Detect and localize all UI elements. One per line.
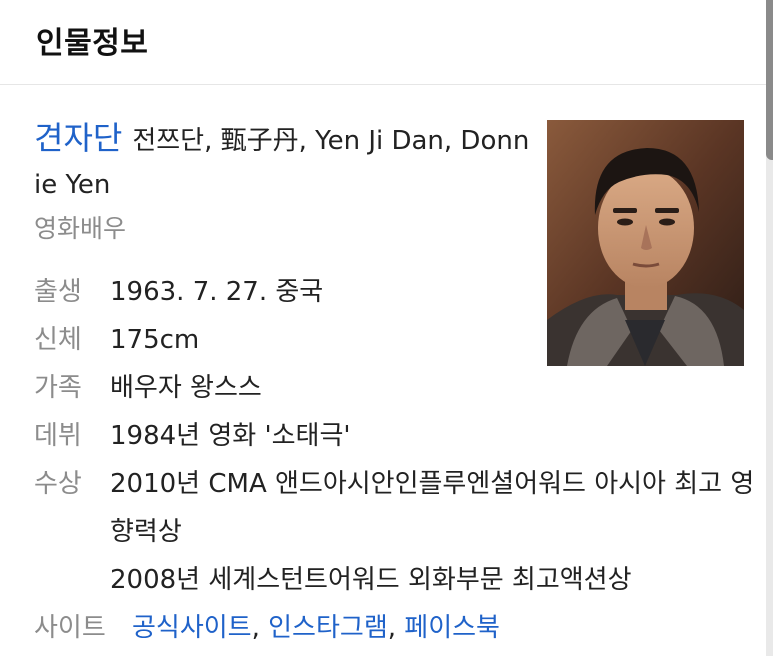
person-info-card: 인물정보 견자단 전쯔단, 甄子丹, Yen Ji Dan, Donnie Yen… xyxy=(0,0,766,656)
award-item: 2008년 세계스턴트어워드 외화부문 최고액션상 xyxy=(110,565,632,595)
info-list: 출생 1963. 7. 27. 중국 신체 175cm 가족 배우자 왕스스 데… xyxy=(34,268,764,652)
info-value[interactable]: 배우자 왕스스 xyxy=(110,364,764,412)
person-occupation: 영화배우 xyxy=(34,214,127,243)
info-row-awards: 수상 2010년 CMA 앤드아시안인플루엔셜어워드 아시아 최고 영향력상 2… xyxy=(34,460,764,604)
info-value: 175cm xyxy=(110,325,200,355)
info-row-sites: 사이트 공식사이트, 인스타그램, 페이스북 xyxy=(34,604,764,652)
info-label: 수상 xyxy=(34,469,82,499)
info-value: 1963. 7. 27. 중국 xyxy=(110,277,324,307)
info-row-body: 신체 175cm xyxy=(34,316,764,364)
link-separator: , xyxy=(251,613,260,643)
official-site-link[interactable]: 공식사이트 xyxy=(132,613,252,643)
card-title: 인물정보 xyxy=(36,26,149,61)
instagram-link[interactable]: 인스타그램 xyxy=(268,613,388,643)
card-header: 인물정보 xyxy=(0,0,766,85)
link-separator: , xyxy=(387,613,397,643)
name-block: 견자단 전쯔단, 甄子丹, Yen Ji Dan, Donnie Yen 영화배우 xyxy=(34,116,534,251)
info-label: 신체 xyxy=(34,325,82,355)
award-item: 2010년 CMA 앤드아시안인플루엔셜어워드 아시아 최고 영향력상 xyxy=(110,469,755,547)
info-row-birth: 출생 1963. 7. 27. 중국 xyxy=(34,268,764,316)
info-label: 출생 xyxy=(34,277,82,307)
info-value[interactable]: 1984년 영화 '소태극' xyxy=(110,412,764,460)
name-line: 견자단 전쯔단, 甄子丹, Yen Ji Dan, Donnie Yen xyxy=(34,116,534,207)
info-label: 가족 xyxy=(34,373,82,403)
person-name[interactable]: 견자단 xyxy=(34,119,122,157)
info-label: 데뷔 xyxy=(34,421,82,451)
sites-links: 공식사이트, 인스타그램, 페이스북 xyxy=(132,604,500,652)
facebook-link[interactable]: 페이스북 xyxy=(404,613,500,643)
awards-list: 2010년 CMA 앤드아시안인플루엔셜어워드 아시아 최고 영향력상 2008… xyxy=(110,460,764,604)
sites-label: 사이트 xyxy=(34,613,106,643)
scrollbar[interactable] xyxy=(766,0,773,160)
info-row-family: 가족 배우자 왕스스 xyxy=(34,364,764,412)
info-row-debut: 데뷔 1984년 영화 '소태극' xyxy=(34,412,764,460)
